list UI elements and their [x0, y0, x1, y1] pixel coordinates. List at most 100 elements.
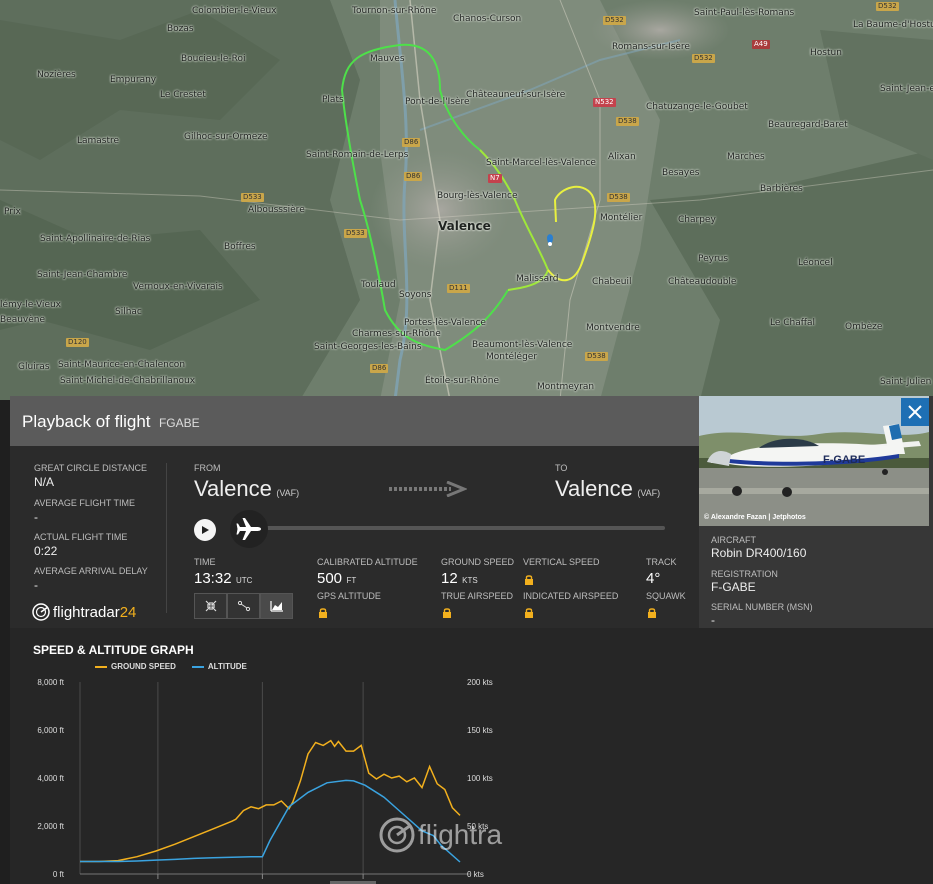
map-road-label: D533 — [241, 193, 264, 202]
map-road-label: N7 — [488, 174, 502, 183]
map-road-label: D120 — [66, 338, 89, 347]
map-road-label: D538 — [607, 193, 630, 202]
y-left-tick-label: 0 ft — [53, 870, 65, 879]
lock-icon — [648, 608, 656, 618]
map-town-label: Besayes — [662, 168, 700, 178]
map-town-label: Alixan — [608, 152, 636, 162]
track-label: TRACK — [646, 557, 677, 567]
map-town-label: Vernoux-en-Vivarais — [133, 282, 223, 292]
map-town-label: Le Chaffal — [770, 318, 815, 328]
graph-view-button[interactable] — [260, 593, 293, 619]
close-icon — [908, 405, 922, 419]
true-airspeed-label: TRUE AIRSPEED — [441, 591, 514, 601]
y-right-tick-label: 150 kts — [467, 726, 493, 735]
calibrated-altitude-label: CALIBRATED ALTITUDE — [317, 557, 418, 567]
map-road-label: D86 — [402, 138, 421, 147]
divider — [166, 463, 167, 613]
map-town-label: Saint-Georges-les-Bains — [314, 342, 422, 352]
play-button[interactable] — [194, 519, 216, 541]
map-town-label: Silhac — [115, 307, 142, 317]
time-readout: 13:32 UTC — [194, 570, 252, 588]
close-button[interactable] — [901, 398, 929, 426]
calibrated-altitude-readout: 500 FT — [317, 570, 356, 588]
play-icon — [202, 526, 209, 534]
route-icon — [237, 600, 250, 612]
ground-speed-unit: KTS — [462, 576, 478, 585]
collapse-icon — [205, 600, 216, 612]
avg-flight-time-label: AVERAGE FLIGHT TIME — [34, 498, 136, 508]
route-view-button[interactable] — [227, 593, 260, 619]
map-road-label: D532 — [603, 16, 626, 25]
avg-flight-time-value: - — [34, 510, 38, 524]
map-town-label: Toulaud — [361, 280, 396, 290]
y-right-tick-label: 200 kts — [467, 678, 493, 687]
aircraft-label: AIRCRAFT — [711, 535, 756, 545]
map-town-label: Montéléger — [486, 352, 538, 362]
map-town-label: Beauregard-Baret — [768, 120, 848, 130]
lock-icon — [525, 608, 533, 618]
map-town-label: Beauvène — [0, 315, 46, 325]
map-town-label: Ombèze — [845, 322, 883, 332]
map-town-label: Étoile-sur-Rhône — [425, 376, 499, 386]
flight-info-panel: Playback of flight FGABE GREAT CIRCLE DI… — [10, 396, 699, 628]
playback-timeline[interactable] — [234, 526, 665, 530]
panel-header: Playback of flight FGABE — [10, 396, 699, 446]
calibrated-altitude-unit: FT — [346, 576, 357, 585]
map-town-label: Montélier — [600, 213, 643, 223]
y-left-tick-label: 8,000 ft — [37, 678, 64, 687]
registration-value: F-GABE — [711, 580, 756, 594]
to-city: Valence — [555, 476, 633, 501]
map-town-label: Valence — [438, 219, 491, 233]
route-arrow-icon — [389, 480, 468, 502]
aircraft-info-panel: F-GABE © Alexandre Fazan | Jetphotos AIR… — [699, 396, 933, 628]
flight-map[interactable]: Tournon-sur-Rhône Chanos-Curson Saint-Paul… — [0, 0, 933, 400]
fit-view-button[interactable] — [194, 593, 227, 619]
map-town-label: Montvendre — [586, 323, 640, 333]
playback-scrubber[interactable] — [230, 510, 268, 548]
actual-flight-time-label: ACTUAL FLIGHT TIME — [34, 532, 128, 542]
map-town-label: Tournon-sur-Rhône — [352, 6, 437, 16]
serial-number-label: SERIAL NUMBER (MSN) — [711, 602, 813, 612]
map-road-label: N532 — [593, 98, 616, 107]
map-town-label: lémy-le-Vieux — [0, 300, 62, 310]
map-town-label: Gilhoc-sur-Ormeze — [184, 132, 268, 142]
map-town-label: Hostun — [810, 48, 842, 58]
serial-number-value: - — [711, 613, 715, 627]
map-town-label: Barbières — [760, 184, 803, 194]
map-town-label: Charpey — [678, 215, 716, 225]
map-town-label: Châteaudouble — [668, 277, 737, 287]
watermark-text: flightra — [418, 819, 503, 850]
logo-number: 24 — [119, 603, 137, 621]
map-road-label: D533 — [344, 229, 367, 238]
ground-speed-readout: 12 KTS — [441, 570, 478, 588]
lock-icon — [443, 608, 451, 618]
map-town-label: Boffres — [224, 242, 256, 252]
map-town-label: Colombier-le-Vieux — [192, 6, 277, 16]
aircraft-registration-marking: F-GABE — [823, 454, 865, 466]
map-town-label: Saint-Jean-Chambre — [37, 270, 128, 280]
gps-altitude-label: GPS ALTITUDE — [317, 591, 381, 601]
y-left-tick-label: 2,000 ft — [37, 822, 64, 831]
map-road-label: A49 — [752, 40, 770, 49]
map-town-label: Saint-Marcel-lès-Valence — [486, 158, 596, 168]
lock-icon — [525, 575, 533, 585]
map-town-label: Bozas — [167, 24, 194, 34]
to-airport[interactable]: Valence (VAF) — [555, 476, 660, 502]
view-controls — [194, 593, 294, 620]
y-right-tick-label: 100 kts — [467, 774, 493, 783]
vertical-speed-label: VERTICAL SPEED — [523, 557, 600, 567]
map-town-label: Portes-lès-Valence — [404, 318, 486, 328]
map-town-label: Châteauneuf-sur-Isère — [466, 90, 566, 100]
from-airport[interactable]: Valence (VAF) — [194, 476, 299, 502]
map-town-label: La Baume-d'Hostun — [853, 20, 933, 30]
watermark-radar-icon — [379, 817, 415, 853]
aircraft-value: Robin DR400/160 — [711, 546, 807, 560]
photo-credit[interactable]: © Alexandre Fazan | Jetphotos — [704, 514, 806, 521]
map-town-label: Lamastre — [77, 136, 120, 146]
aircraft-photo[interactable]: F-GABE © Alexandre Fazan | Jetphotos — [699, 396, 929, 526]
map-town-label: Bourg-lès-Valence — [437, 191, 518, 201]
map-town-label: Empurany — [110, 75, 157, 85]
indicated-airspeed-label: INDICATED AIRSPEED — [523, 591, 619, 601]
y-left-tick-label: 4,000 ft — [37, 774, 64, 783]
map-road-label: D86 — [370, 364, 389, 373]
